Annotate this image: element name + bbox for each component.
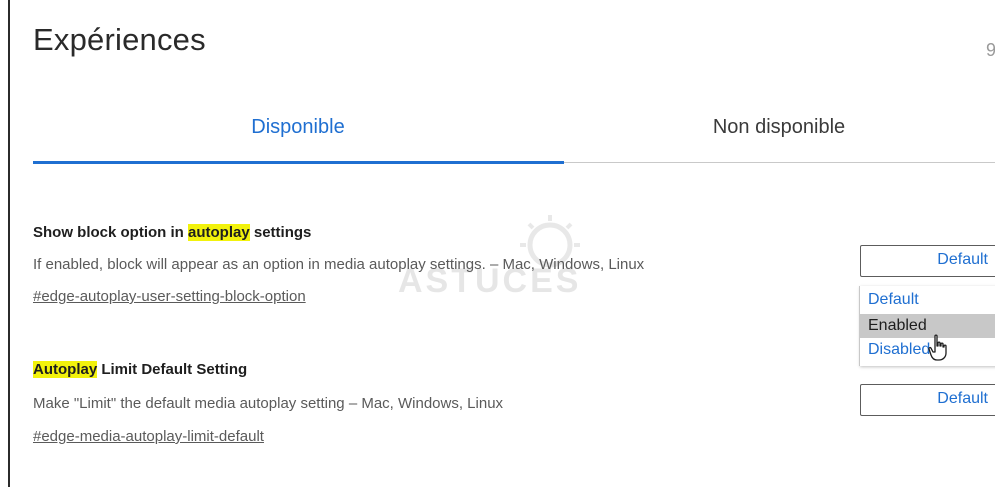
tab-unavailable[interactable]: Non disponible xyxy=(563,116,995,139)
tab-available[interactable]: Disponible xyxy=(33,116,563,139)
experiment-title: Show block option in autoplay settings xyxy=(33,224,311,241)
experiment-description: Make "Limit" the default media autoplay … xyxy=(33,395,504,412)
experiment-title: Autoplay Limit Default Setting xyxy=(33,361,247,378)
experiment-select[interactable]: Default xyxy=(860,245,995,277)
search-highlight: autoplay xyxy=(188,224,250,241)
experiment-title-text: Limit Default Setting xyxy=(97,361,248,378)
experiment-link[interactable]: #edge-autoplay-user-setting-block-option xyxy=(33,288,306,305)
experiment-link[interactable]: #edge-media-autoplay-limit-default xyxy=(33,428,264,445)
tab-active-indicator xyxy=(33,161,564,164)
experiment-select[interactable]: Default xyxy=(860,384,995,416)
experiment-title-text: Show block option in xyxy=(33,224,188,241)
option-default[interactable]: Default xyxy=(860,288,995,312)
experiment-description: If enabled, block will appear as an opti… xyxy=(33,256,645,273)
experiment-title-text: settings xyxy=(249,224,312,241)
select-dropdown: Default Enabled Disabled xyxy=(859,286,995,366)
page-title: Expériences xyxy=(33,22,206,57)
hand-cursor-icon xyxy=(928,334,947,361)
flags-page: Expériences 9 Disponible Non disponible … xyxy=(0,0,995,487)
window-border xyxy=(8,0,10,487)
search-highlight: Autoplay xyxy=(33,361,98,378)
select-value: Default xyxy=(937,390,988,407)
select-value: Default xyxy=(937,251,988,268)
search-icon-partial[interactable]: 9 xyxy=(986,40,995,61)
